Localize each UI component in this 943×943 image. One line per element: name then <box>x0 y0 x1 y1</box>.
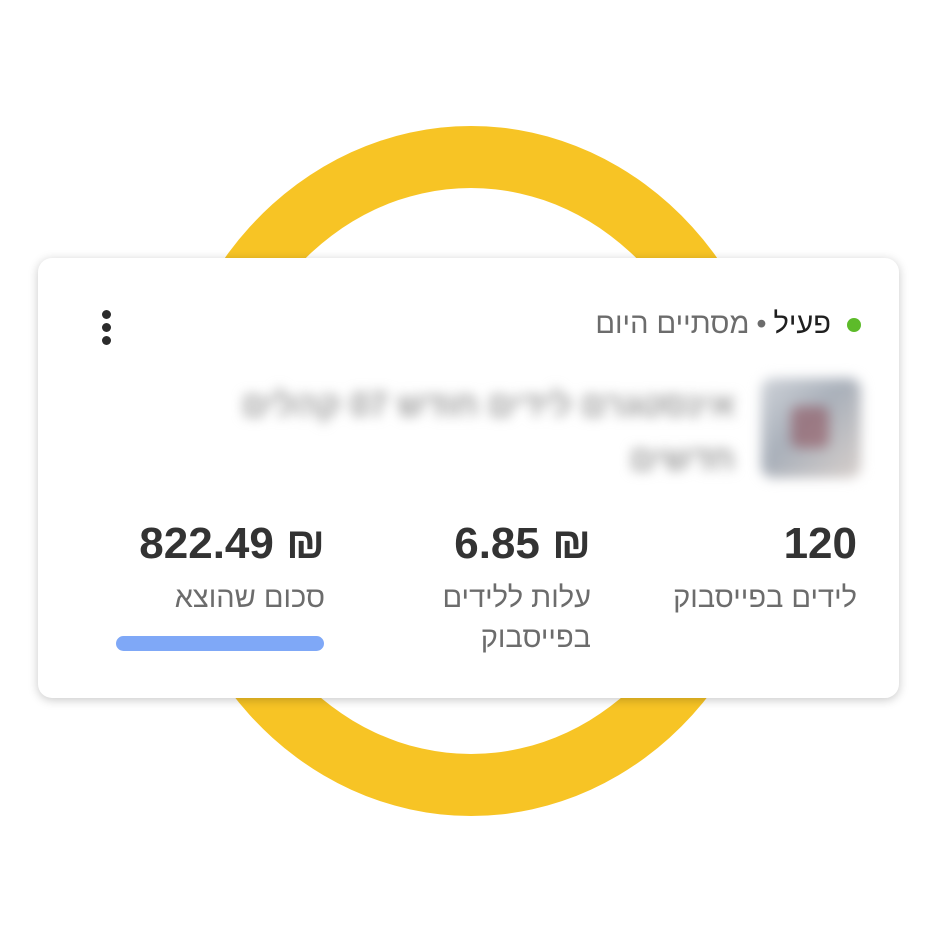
metric-cost-per-lead-value: ₪ 6.85 <box>454 519 591 568</box>
metric-leads-label: לידים בפייסבוק <box>673 582 857 614</box>
promo-stage: פעיל • מסתיים היום אינסטגרם לידים חודש 0… <box>0 0 943 943</box>
metric-amount-spent: ₪ 822.49 סכום שהוצא <box>105 516 325 618</box>
status-dot-icon <box>847 317 861 332</box>
more-vertical-icon <box>101 309 111 319</box>
campaign-info[interactable]: אינסטגרם לידים חודש 07 קהלים חדשים <box>175 370 865 488</box>
status-separator: • <box>756 308 767 340</box>
metric-leads-value: 120 <box>783 519 857 568</box>
metric-amount-spent-label: סכום שהוצא <box>174 582 325 614</box>
metric-leads: 120 לידים בפייסבוק <box>627 516 857 618</box>
campaign-name: אינסטגרם לידים חודש 07 קהלים חדשים <box>241 386 735 478</box>
campaign-thumbnail <box>761 378 861 478</box>
campaign-status: פעיל • מסתיים היום <box>595 308 861 341</box>
status-active-label: פעיל <box>773 308 831 340</box>
campaign-card[interactable]: פעיל • מסתיים היום אינסטגרם לידים חודש 0… <box>38 258 899 698</box>
metric-cost-per-lead-label: עלות ללידים בפייסבוק <box>442 582 591 654</box>
spend-progress-bar <box>116 636 324 651</box>
more-options-button[interactable] <box>90 302 122 352</box>
metric-cost-per-lead: ₪ 6.85 עלות ללידים בפייסבוק <box>401 516 591 658</box>
metric-amount-spent-value: ₪ 822.49 <box>139 519 325 568</box>
status-end-label: מסתיים היום <box>595 308 750 340</box>
